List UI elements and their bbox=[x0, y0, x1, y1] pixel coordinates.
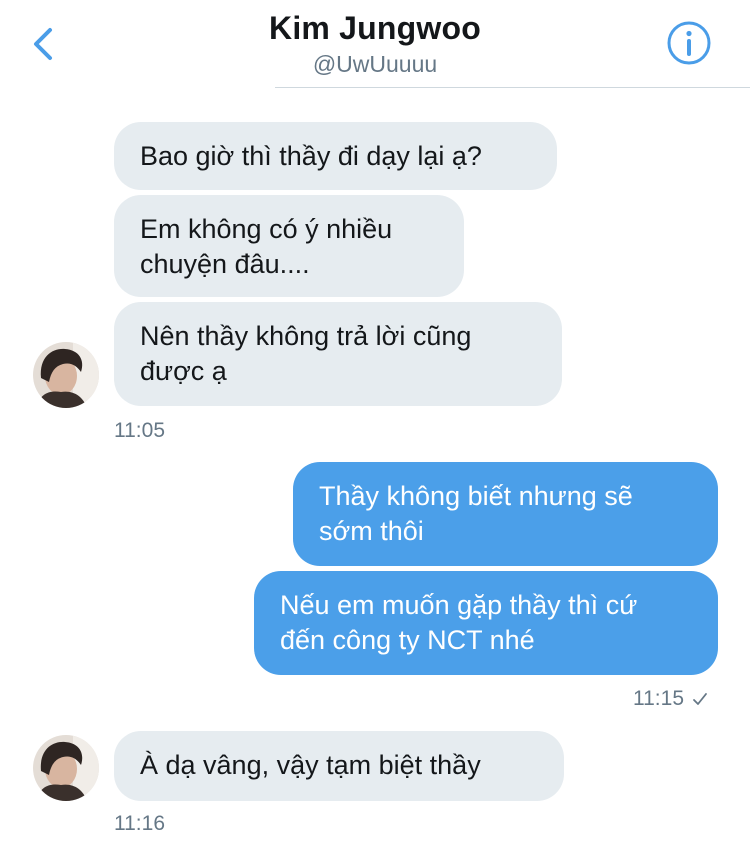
message-bubble-incoming[interactable]: Bao giờ thì thầy đi dạy lại ạ? bbox=[114, 122, 557, 190]
contact-name[interactable]: Kim Jungwoo bbox=[0, 10, 750, 47]
timestamp-text: 11:15 bbox=[633, 687, 684, 710]
conversation-header: Kim Jungwoo @UwUuuuu bbox=[0, 0, 750, 88]
message-timestamp: 11:15 bbox=[633, 687, 708, 711]
message-bubble-incoming[interactable]: À dạ vâng, vậy tạm biệt thầy bbox=[114, 731, 564, 801]
message-bubble-incoming[interactable]: Em không có ý nhiều chuyện đâu.... bbox=[114, 195, 464, 297]
message-bubble-incoming[interactable]: Nên thầy không trả lời cũng được ạ bbox=[114, 302, 562, 406]
message-bubble-outgoing[interactable]: Thầy không biết nhưng sẽ sớm thôi bbox=[293, 462, 718, 566]
contact-handle: @UwUuuuu bbox=[312, 51, 438, 77]
message-bubble-outgoing[interactable]: Nếu em muốn gặp thầy thì cứ đến công ty … bbox=[254, 571, 718, 675]
contact-avatar[interactable] bbox=[33, 735, 99, 801]
checkmark-icon bbox=[693, 693, 707, 705]
contact-avatar[interactable] bbox=[33, 342, 99, 408]
header-divider bbox=[275, 87, 750, 88]
info-icon[interactable] bbox=[666, 20, 712, 66]
message-timestamp: 11:16 bbox=[114, 812, 165, 835]
message-timestamp: 11:05 bbox=[114, 419, 165, 442]
